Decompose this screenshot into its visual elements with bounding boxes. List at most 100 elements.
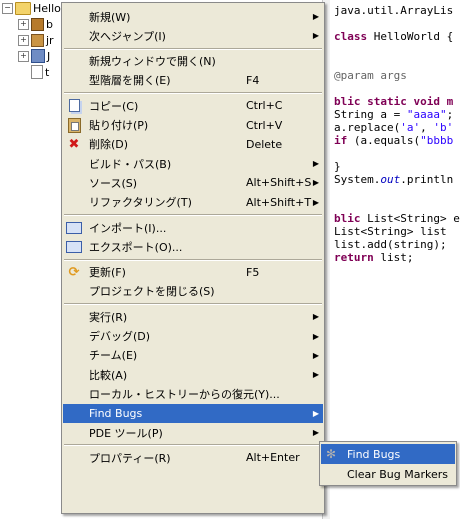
code-line: if (a.equals("bbbb xyxy=(334,134,453,147)
submenu-item-label: Clear Bug Markers xyxy=(347,467,449,481)
menu-item-label: 型階層を開く(E) xyxy=(89,74,171,88)
menu-item-goto[interactable]: 次へジャンプ(I) ▶ xyxy=(63,26,323,45)
package-icon xyxy=(31,17,44,31)
code-token: 'a' xyxy=(400,121,421,134)
menu-item-shortcut: Alt+Enter xyxy=(246,451,300,465)
tree-row-item[interactable]: + b xyxy=(18,16,53,32)
menu-item-pde-tools[interactable]: PDE ツール(P) ▶ xyxy=(63,423,323,442)
menu-item-import[interactable]: インポート(I)... xyxy=(63,218,323,237)
menu-item-close-project[interactable]: プロジェクトを閉じる(S) xyxy=(63,282,323,301)
submenu-item-label: Find Bugs xyxy=(347,447,401,461)
menu-separator xyxy=(64,92,322,95)
code-token: blic xyxy=(334,212,361,225)
code-token: a.replace( xyxy=(334,121,401,134)
copy-icon xyxy=(63,96,85,115)
menu-item-label: Find Bugs xyxy=(89,406,143,420)
tree-label: J xyxy=(47,49,51,63)
folder-icon xyxy=(15,1,31,15)
menu-item-label: ローカル・ヒストリーからの復元(Y)... xyxy=(89,387,280,401)
collapse-icon[interactable]: − xyxy=(2,2,13,14)
submenu-item-clear-bug-markers[interactable]: Clear Bug Markers xyxy=(321,464,455,484)
menu-item-shortcut: Alt+Shift+S xyxy=(246,176,312,190)
submenu-item-find-bugs-action[interactable]: ✻ Find Bugs xyxy=(321,444,455,464)
code-token: (a.equals( xyxy=(347,134,421,147)
tree-label: t xyxy=(45,65,50,79)
file-icon xyxy=(31,65,43,79)
menu-item-shortcut: Alt+Shift+T xyxy=(246,195,312,209)
submenu-arrow-icon: ▶ xyxy=(312,428,319,437)
code-line: list.add(string); xyxy=(334,238,447,251)
code-token: list; xyxy=(373,251,414,264)
delete-icon: ✖ xyxy=(68,136,80,152)
menu-icon-slot xyxy=(63,448,85,467)
context-menu: 新規(W) ▶ 次へジャンプ(I) ▶ 新規ウィンドウで開く(N) 型階層を開く(E) F4… xyxy=(61,2,325,514)
code-token: List<String> e xyxy=(360,212,460,225)
code-token: HelloWorld { xyxy=(367,30,454,43)
menu-icon-slot xyxy=(63,327,85,346)
code-line: java.util.ArrayLis xyxy=(334,4,453,17)
menu-item-refactoring[interactable]: リファクタリング(T) Alt+Shift+T ▶ xyxy=(63,193,323,212)
menu-item-label: 実行(R) xyxy=(89,310,128,324)
menu-item-label: ソース(S) xyxy=(89,176,138,190)
menu-icon-slot xyxy=(63,26,85,45)
code-line: class HelloWorld { xyxy=(334,30,453,43)
code-token: ; xyxy=(446,108,454,121)
tree-row-item[interactable]: + jr xyxy=(18,32,54,48)
menu-item-label: チーム(E) xyxy=(89,349,138,363)
code-line: blic static void m xyxy=(334,95,453,108)
code-token: java.util.ArrayLis xyxy=(334,4,454,17)
menu-item-label: デバッグ(D) xyxy=(89,330,151,343)
menu-separator xyxy=(64,47,322,50)
menu-item-compare[interactable]: 比較(A) ▶ xyxy=(63,365,323,384)
code-line: String a = "aaaa"; xyxy=(334,108,453,121)
menu-item-label: プロジェクトを閉じる(S) xyxy=(89,285,215,299)
tree-row-item[interactable]: t xyxy=(31,64,49,80)
expand-icon[interactable]: + xyxy=(18,34,29,46)
menu-item-refresh[interactable]: ⟳ 更新(F) F5 xyxy=(63,263,323,282)
code-line: System.out.println xyxy=(334,173,453,186)
menu-item-debug[interactable]: デバッグ(D) ▶ xyxy=(63,327,323,346)
code-token: "aaaa" xyxy=(406,108,447,121)
tree-label: jr xyxy=(46,33,54,47)
menu-item-shortcut: Delete xyxy=(246,137,283,151)
code-line: List<String> list xyxy=(334,225,447,238)
menu-item-shortcut: Ctrl+C xyxy=(246,99,283,113)
menu-item-run[interactable]: 実行(R) ▶ xyxy=(63,307,323,326)
menu-item-open-in-new-window[interactable]: 新規ウィンドウで開く(N) xyxy=(63,52,323,71)
menu-icon-slot xyxy=(63,52,85,71)
package-explorer: − HelloWo... + b + jr + J t xyxy=(0,0,88,519)
menu-item-open-type-hierarchy[interactable]: 型階層を開く(E) F4 xyxy=(63,71,323,90)
code-token: 'b' xyxy=(433,121,454,134)
menu-item-source[interactable]: ソース(S) Alt+Shift+S ▶ xyxy=(63,173,323,192)
code-token: List<String> list xyxy=(334,225,447,238)
menu-item-export[interactable]: エクスポート(O)... xyxy=(63,237,323,256)
menu-item-delete[interactable]: ✖ 削除(D) Delete xyxy=(63,135,323,154)
menu-separator xyxy=(64,444,322,447)
code-line: } xyxy=(334,160,341,173)
tree-row-item[interactable]: + J xyxy=(18,48,50,64)
menu-item-restore-local-history[interactable]: ローカル・ヒストリーからの復元(Y)... xyxy=(63,384,323,403)
menu-separator xyxy=(64,303,322,306)
code-token: return xyxy=(334,251,374,264)
menu-item-label: 貼り付け(P) xyxy=(89,119,149,132)
menu-item-paste[interactable]: 貼り付け(P) Ctrl+V xyxy=(63,116,323,135)
expand-icon[interactable]: + xyxy=(18,18,29,30)
submenu-arrow-icon: ▶ xyxy=(312,370,319,380)
code-token: if xyxy=(334,134,348,147)
menu-icon-slot xyxy=(321,464,341,484)
menu-icon-slot xyxy=(63,346,85,365)
menu-item-properties[interactable]: プロパティー(R) Alt+Enter xyxy=(63,448,323,467)
menu-icon-slot xyxy=(63,404,85,423)
menu-item-team[interactable]: チーム(E) ▶ xyxy=(63,346,323,365)
menu-icon-slot xyxy=(63,423,85,442)
menu-item-find-bugs[interactable]: Find Bugs ▶ xyxy=(63,403,323,423)
menu-item-new[interactable]: 新規(W) ▶ xyxy=(63,7,323,26)
menu-item-label: 新規(W) xyxy=(89,10,131,24)
menu-item-build-path[interactable]: ビルド・パス(B) ▶ xyxy=(63,154,323,173)
menu-icon-slot xyxy=(63,384,85,403)
expand-icon[interactable]: + xyxy=(18,50,29,62)
menu-item-copy[interactable]: コピー(C) Ctrl+C xyxy=(63,96,323,115)
menu-item-shortcut: F5 xyxy=(246,265,260,279)
menu-item-label: 削除(D) xyxy=(89,138,129,152)
code-line: return list; xyxy=(334,251,414,264)
